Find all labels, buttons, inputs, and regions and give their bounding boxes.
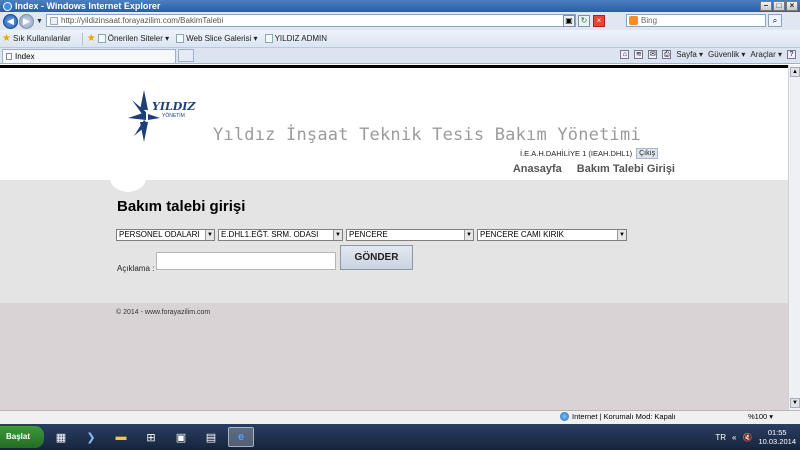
back-button[interactable]: ◀ [3, 13, 18, 29]
user-name: İ.E.A.H.DAHİLİYE 1 (IEAH.DHL1) [520, 149, 633, 158]
logo-text: YILDIZ [152, 100, 196, 113]
print-icon[interactable]: ⎙ [662, 50, 672, 59]
page-icon [176, 34, 185, 43]
site-title: Yıldız İnşaat Teknik Tesis Bakım Yönetim… [213, 125, 641, 145]
location-selects: PERSONEL ODALARI ▼ E.DHL1.EĞT. SRM. ODASI… [116, 229, 627, 241]
command-bar: ⌂ ≋ ✉ ⎙ Sayfa ▾ Güvenlik ▾ Araçlar ▾ ? [620, 50, 796, 59]
new-tab-button[interactable] [178, 49, 194, 62]
bing-icon [629, 16, 638, 25]
vertical-scrollbar[interactable]: ▲ ▼ [788, 65, 800, 410]
clock-time: 01:55 [767, 428, 787, 437]
chevron-down-icon: ▼ [617, 230, 626, 240]
stop-icon[interactable]: × [593, 15, 605, 27]
page-icon [264, 34, 273, 43]
security-zone[interactable]: Internet | Korumalı Mod: Kapalı [560, 412, 676, 421]
mail-icon[interactable]: ✉ [648, 50, 658, 59]
window-title-bar: Index - Windows Internet Explorer – □ × [0, 0, 800, 12]
home-icon[interactable]: ⌂ [620, 50, 630, 59]
help-icon[interactable]: ? [787, 50, 796, 59]
search-input[interactable]: Bing [626, 14, 766, 27]
spreadsheet-icon[interactable]: ▤ [198, 427, 224, 447]
maximize-button[interactable]: □ [773, 1, 785, 11]
nav-home-link[interactable]: Anasayfa [513, 163, 562, 175]
start-button[interactable]: Başlat [0, 426, 44, 448]
chevron-down-icon: ▼ [205, 230, 214, 240]
yildiz-logo: YILDIZ YÖNETİM [128, 90, 196, 142]
top-navigation: Anasayfa Bakım Talebi Girişi [513, 163, 675, 175]
search-icon[interactable]: ⌕ [768, 14, 782, 27]
tray-expand-icon[interactable]: « [732, 433, 736, 442]
scroll-up-icon[interactable]: ▲ [790, 67, 800, 77]
web-slice-gallery-link[interactable]: Web Slice Galerisi ▾ [176, 34, 258, 43]
clock[interactable]: 01:55 10.03.2014 [758, 428, 796, 446]
minimize-button[interactable]: – [760, 1, 772, 11]
window-controls: – □ × [760, 1, 798, 11]
divider [81, 32, 83, 45]
room-select[interactable]: E.DHL1.EĞT. SRM. ODASI ▼ [218, 229, 343, 241]
internet-explorer-icon[interactable]: e [228, 427, 254, 447]
server-manager-icon[interactable]: ▦ [48, 427, 74, 447]
yildiz-admin-link[interactable]: YILDIZ ADMIN [264, 34, 327, 43]
copyright-text: © 2014 - www.forayazilim.com [116, 309, 211, 316]
clock-date: 10.03.2014 [758, 437, 796, 446]
page-menu[interactable]: Sayfa ▾ [676, 50, 703, 59]
safety-menu[interactable]: Güvenlik ▾ [708, 50, 745, 59]
compatibility-view-icon[interactable]: ▣ [563, 15, 575, 27]
status-bar: Internet | Korumalı Mod: Kapalı %100 ▾ [0, 410, 800, 424]
add-favorite-icon: ★ [86, 33, 96, 44]
console-icon[interactable]: ▣ [168, 427, 194, 447]
nav-request-link[interactable]: Bakım Talebi Girişi [577, 163, 675, 175]
system-tray: TR « 🔇 01:55 10.03.2014 [715, 427, 796, 447]
tab-index[interactable]: Index [2, 49, 176, 63]
logout-button[interactable]: Çıkış [636, 148, 659, 159]
globe-icon [560, 412, 569, 421]
chevron-down-icon: ▼ [464, 230, 473, 240]
language-indicator[interactable]: TR [715, 433, 726, 442]
zoom-level[interactable]: %100 ▾ [748, 412, 773, 421]
page-viewport: YILDIZ YÖNETİM Yıldız İnşaat Teknik Tesi… [0, 65, 788, 410]
feeds-icon[interactable]: ≋ [634, 50, 644, 59]
item-select[interactable]: PENCERE ▼ [346, 229, 474, 241]
ie-logo-icon [3, 1, 12, 11]
page-icon [50, 17, 58, 25]
decorative-circle [110, 164, 146, 192]
history-dropdown-icon[interactable]: ▼ [36, 18, 43, 25]
network-icon[interactable]: ⊞ [138, 427, 164, 447]
search-placeholder: Bing [641, 16, 658, 25]
logo-subtext: YÖNETİM [162, 112, 185, 119]
forward-button[interactable]: ▶ [19, 13, 34, 29]
url-text: http://yildizinsaat.forayazilim.com/Baki… [61, 16, 224, 25]
explorer-icon[interactable]: ▬ [108, 427, 134, 447]
description-input[interactable] [156, 252, 336, 270]
issue-select[interactable]: PENCERE CAMI KIRIK ▼ [477, 229, 627, 241]
tools-menu[interactable]: Araçlar ▾ [750, 50, 782, 59]
user-info: İ.E.A.H.DAHİLİYE 1 (IEAH.DHL1) Çıkış [520, 148, 659, 159]
form-title: Bakım talebi girişi [117, 198, 246, 215]
powershell-icon[interactable]: ❯ [78, 427, 104, 447]
url-input[interactable]: http://yildizinsaat.forayazilim.com/Baki… [46, 14, 576, 27]
chevron-down-icon: ▼ [333, 230, 342, 240]
page-icon [97, 34, 106, 43]
description-label: Açıklama : [117, 264, 155, 273]
taskbar: Başlat ▦ ❯ ▬ ⊞ ▣ ▤ e TR « 🔇 01:55 10.03.… [0, 424, 800, 450]
scroll-down-icon[interactable]: ▼ [790, 398, 800, 408]
favorites-button[interactable]: ★ Sık Kullanılanlar [2, 33, 71, 44]
close-window-button[interactable]: × [786, 1, 798, 11]
footer: © 2014 - www.forayazilim.com [0, 303, 788, 410]
window-title: Index - Windows Internet Explorer [15, 1, 161, 11]
star-icon: ★ [2, 33, 11, 44]
submit-button[interactable]: GÖNDER [340, 245, 413, 270]
suggested-sites-link[interactable]: ★ Önerilen Siteler ▾ [87, 33, 169, 44]
sound-icon[interactable]: 🔇 [742, 433, 752, 442]
address-bar: ◀ ▶ ▼ http://yildizinsaat.forayazilim.co… [0, 12, 800, 30]
page-icon [6, 53, 12, 60]
refresh-icon[interactable]: ↻ [578, 15, 590, 27]
room-type-select[interactable]: PERSONEL ODALARI ▼ [116, 229, 215, 241]
favorites-bar: ★ Sık Kullanılanlar ★ Önerilen Siteler ▾… [0, 30, 800, 48]
